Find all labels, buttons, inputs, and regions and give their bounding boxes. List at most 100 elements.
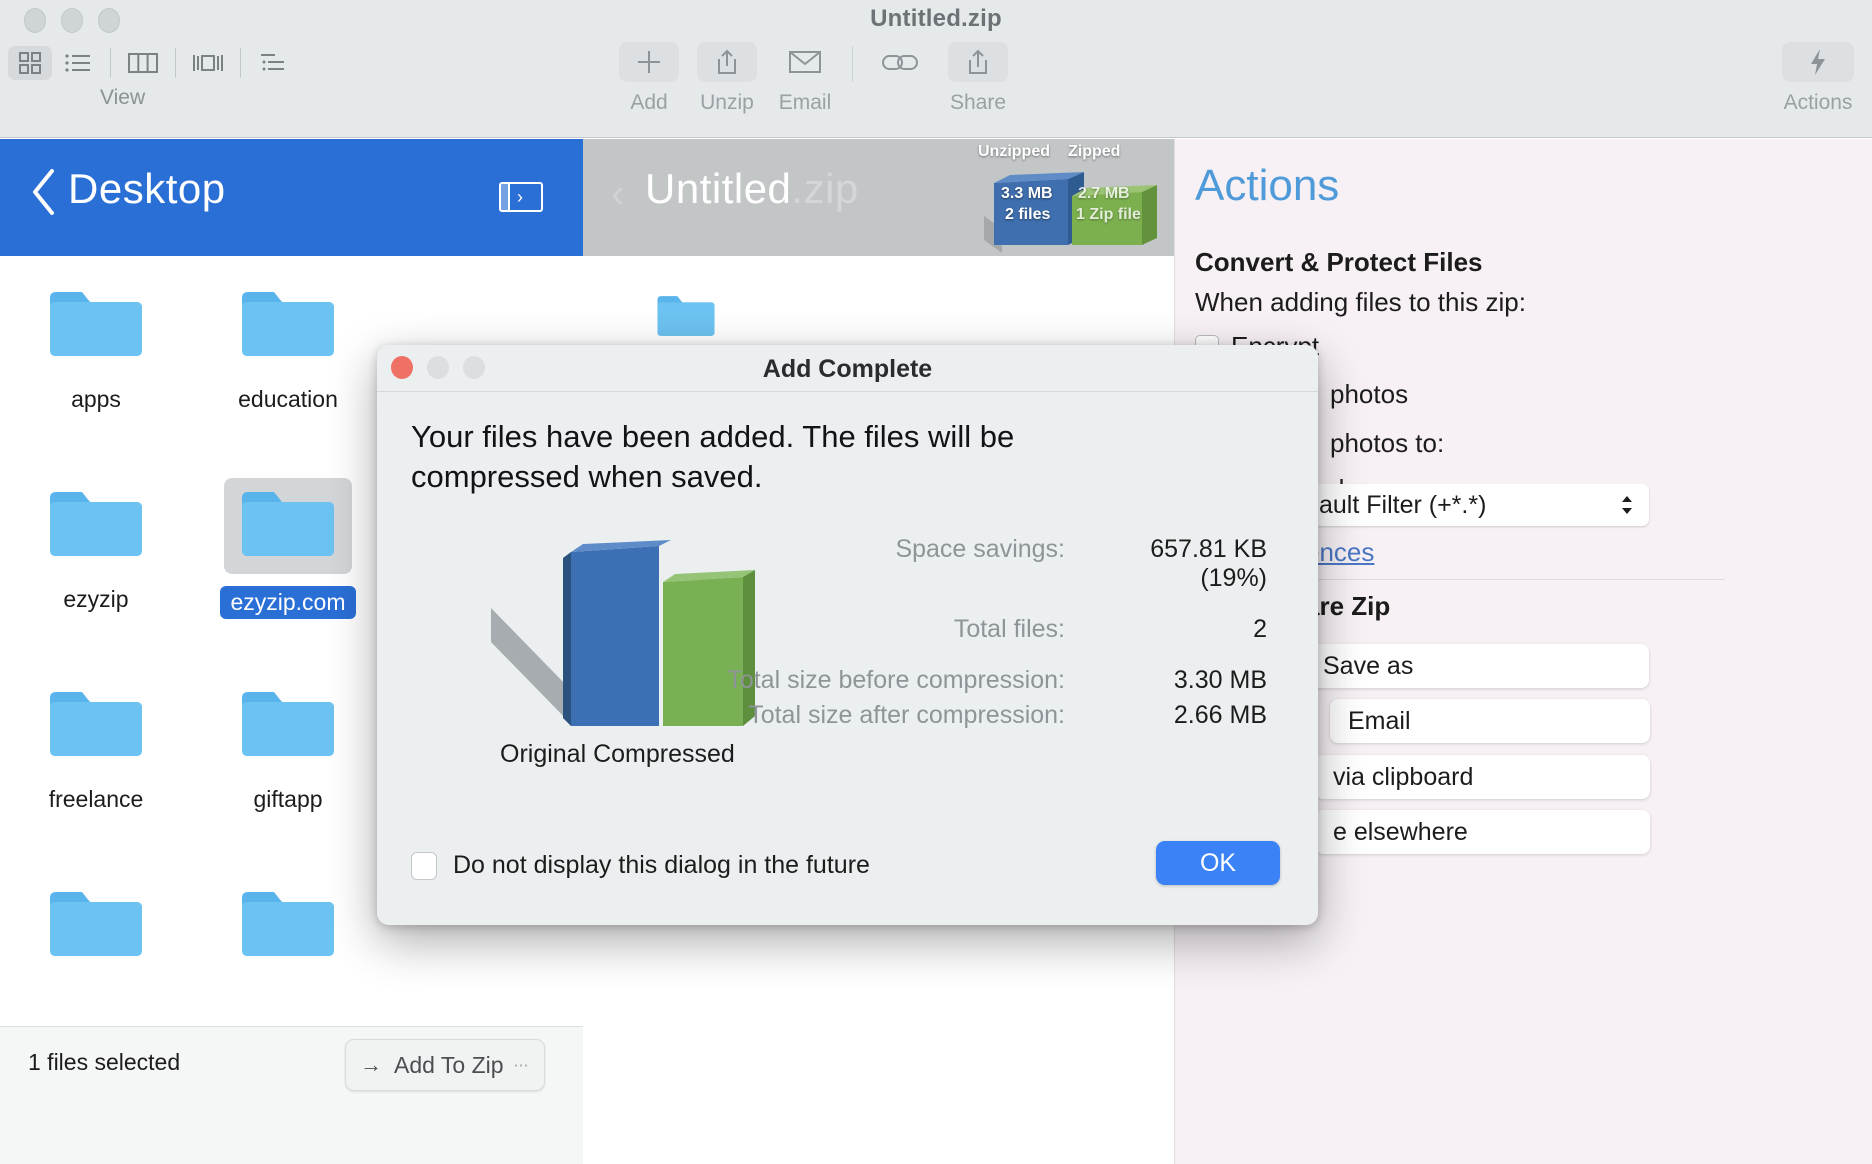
finder-status-bar: 1 files selected → Add To Zip ⋯ [0, 1026, 583, 1164]
zipped-files-label: 1 Zip file [1076, 206, 1141, 224]
folder-item[interactable]: giftapp [192, 678, 384, 878]
zip-file-extension: .zip [791, 165, 858, 212]
folder-icon [32, 878, 160, 974]
stat-row: Total size before compression: 3.30 MB [707, 666, 1267, 695]
size-before-value: 3.30 MB [1087, 666, 1267, 695]
space-savings-value: 657.81 KB (19%) [1087, 535, 1267, 593]
gallery-view-button[interactable] [186, 46, 230, 80]
total-files-value: 2 [1087, 615, 1267, 644]
compression-stats: Space savings: 657.81 KB (19%) Total fil… [707, 535, 1267, 736]
email-button[interactable]: Email [766, 42, 844, 115]
actions-panel-title: Actions [1195, 161, 1339, 211]
envelope-icon [788, 49, 822, 75]
folder-label: freelance [49, 786, 144, 813]
share-button-label: Share [950, 91, 1006, 115]
photos-label: photos [1330, 379, 1408, 410]
window-title: Untitled.zip [0, 5, 1872, 33]
toolbar-divider-3 [240, 48, 241, 78]
add-button-label: Add [630, 91, 667, 115]
arrow-right-icon: → [360, 1052, 382, 1078]
actions-toolbar-button[interactable]: Actions [1782, 42, 1854, 115]
toolbar-divider [110, 48, 111, 78]
save-as-button[interactable]: Save as [1305, 644, 1649, 688]
email-zip-button[interactable]: Email [1330, 699, 1650, 743]
folder-item[interactable]: freelance [0, 678, 192, 878]
save-elsewhere-label: e elsewhere [1333, 818, 1468, 847]
columns-icon [127, 50, 159, 76]
photos-to-option-row[interactable]: photos to: [1330, 428, 1444, 459]
zip-file-title: Untitled.zip [645, 165, 859, 213]
group-view-button[interactable] [251, 46, 295, 80]
do-not-display-checkbox-row[interactable]: Do not display this dialog in the future [411, 851, 870, 880]
selection-status: 1 files selected [28, 1049, 180, 1076]
add-complete-dialog: Add Complete Your files have been added.… [377, 345, 1318, 925]
unzipped-graphic-label: Unzipped [978, 143, 1050, 161]
folder-icon [224, 278, 352, 374]
folder-icon [32, 278, 160, 374]
clipboard-label: via clipboard [1333, 763, 1473, 792]
list-view-button[interactable] [56, 46, 100, 80]
save-elsewhere-button[interactable]: e elsewhere [1315, 810, 1650, 854]
chevron-left-icon[interactable] [30, 167, 56, 217]
stat-row: Space savings: 657.81 KB (19%) [707, 535, 1267, 593]
ok-button[interactable]: OK [1156, 841, 1280, 885]
sidebar-toggle-icon[interactable]: › [499, 182, 543, 212]
folder-item[interactable]: ezyzip [0, 478, 192, 678]
filter-select[interactable]: ault Filter (+*.*) [1305, 484, 1649, 526]
photos-option-row[interactable]: photos [1330, 379, 1408, 410]
folder-item-selected[interactable]: ezyzip.com [192, 478, 384, 678]
email-zip-label: Email [1348, 707, 1411, 736]
convert-protect-heading: Convert & Protect Files [1195, 247, 1483, 278]
folder-icon [224, 678, 352, 774]
do-not-display-checkbox[interactable] [411, 852, 437, 880]
add-button[interactable]: Add [610, 42, 688, 115]
filter-select-value: ault Filter (+*.*) [1319, 491, 1486, 520]
stat-row: Total files: 2 [707, 615, 1267, 644]
chevron-updown-icon [1619, 492, 1635, 518]
toolbar-actions-group: Add Unzip E [610, 42, 1017, 115]
folder-label: ezyzip [63, 586, 128, 613]
space-savings-label: Space savings: [707, 535, 1087, 564]
column-view-button[interactable] [121, 46, 165, 80]
section-divider [1305, 579, 1725, 580]
grid-icon [17, 50, 43, 76]
folder-item[interactable]: education [192, 278, 384, 478]
clipboard-button[interactable]: via clipboard [1315, 755, 1650, 799]
folder-label: education [238, 386, 338, 413]
size-after-value: 2.66 MB [1087, 701, 1267, 730]
folder-label: giftapp [253, 786, 322, 813]
folder-icon [224, 878, 352, 974]
stat-row: Total size after compression: 2.66 MB [707, 701, 1267, 730]
link-button[interactable]: Link [861, 42, 939, 115]
plus-icon [634, 47, 664, 77]
email-button-label: Email [779, 91, 832, 115]
folder-label: apps [71, 386, 121, 413]
share-button[interactable]: Share [939, 42, 1017, 115]
share-icon [965, 47, 991, 77]
toolbar-divider-4 [852, 46, 853, 82]
folder-icon [32, 678, 160, 774]
group-list-icon [259, 50, 287, 76]
icon-view-button[interactable] [8, 46, 52, 80]
dialog-title: Add Complete [377, 355, 1318, 384]
lightning-bolt-icon [1807, 47, 1829, 77]
add-to-zip-label: Add To Zip [394, 1052, 504, 1079]
unzipped-files-label: 2 files [1005, 206, 1050, 224]
zip-header: ‹ Untitled.zip Unzipped Zipped 3.3 MB 2 … [583, 139, 1174, 256]
add-to-zip-button[interactable]: → Add To Zip ⋯ [345, 1039, 545, 1091]
gallery-icon [191, 50, 225, 76]
zipped-size-label: 2.7 MB [1078, 185, 1130, 203]
overflow-dots-icon[interactable]: ⋯ [514, 1056, 530, 1074]
app-window: Untitled.zip [0, 0, 1872, 1164]
unzip-button[interactable]: Unzip [688, 42, 766, 115]
zipped-graphic-label: Zipped [1068, 143, 1120, 161]
chevron-left-icon[interactable]: ‹ [611, 172, 624, 217]
when-adding-subtitle: When adding files to this zip: [1195, 287, 1526, 318]
zip-content-folder-icon[interactable] [655, 291, 717, 341]
folder-item[interactable]: apps [0, 278, 192, 478]
dialog-message: Your files have been added. The files wi… [411, 417, 1111, 496]
size-before-label: Total size before compression: [707, 666, 1087, 695]
compression-summary-graphic: Unzipped Zipped 3.3 MB 2 files 2.7 MB 1 … [972, 141, 1168, 256]
folder-label-selected: ezyzip.com [220, 586, 355, 619]
dialog-titlebar: Add Complete [377, 345, 1318, 392]
